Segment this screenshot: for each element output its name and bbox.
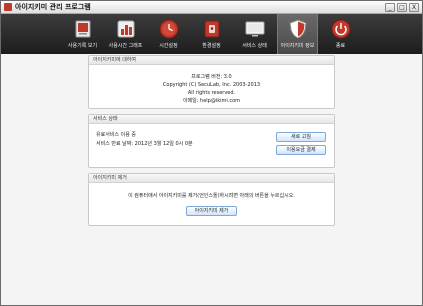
toolbar-item-preferences[interactable]: 환경설정 (191, 14, 232, 54)
refresh-button[interactable]: 새로 고침 (276, 132, 326, 142)
title-bar[interactable]: 아이지키미 관리 프로그램 _ □ X (1, 1, 422, 14)
display-icon (244, 18, 266, 40)
panel-title: 아이지키미에 대하여 (89, 56, 334, 65)
toolbar-label: 시간설정 (159, 43, 178, 49)
service-status-text: 유료서비스 이용 중 (96, 132, 136, 138)
remove-message: 이 컴퓨터에서 아이지키미를 제거(언인스톨)하시려면 아래의 버튼을 누르십시… (128, 193, 295, 199)
toolbar-label: 사용시간 그래프 (108, 43, 143, 49)
shield-icon (287, 18, 309, 40)
toolbar-label: 종료 (335, 43, 346, 49)
app-window: 아이지키미 관리 프로그램 _ □ X 사용기록 보기 사용시간 그래프 시간설… (0, 0, 423, 306)
copyright-text: Copyright (C) SecuLab, Inc. 2003-2013 (162, 82, 261, 88)
main-toolbar: 사용기록 보기 사용시간 그래프 시간설정 환경설정 서비스 상태 아이지키미 … (1, 14, 422, 54)
about-info: 프로그램 버전: 3.0 Copyright (C) SecuLab, Inc.… (89, 65, 334, 105)
minimize-button[interactable]: _ (385, 3, 395, 12)
panel-title: 서비스 상태 (89, 115, 334, 124)
toolbar-label: 아이지키미 정보 (280, 43, 315, 49)
main-content: 아이지키미에 대하여 프로그램 버전: 3.0 Copyright (C) Se… (1, 54, 422, 305)
panel-title: 아이지키미 제거 (89, 174, 334, 183)
monitor-icon (72, 18, 94, 40)
lock-icon (201, 18, 223, 40)
about-panel: 아이지키미에 대하여 프로그램 버전: 3.0 Copyright (C) Se… (88, 55, 335, 109)
clock-icon (158, 18, 180, 40)
toolbar-item-time-settings[interactable]: 시간설정 (148, 14, 189, 54)
toolbar-item-exit[interactable]: 종료 (320, 14, 361, 54)
toolbar-label: 서비스 상태 (242, 43, 267, 49)
service-info: 유료서비스 이용 중 서비스 만료 날짜: 2012년 3월 12일 0시 0분 (96, 131, 193, 149)
toolbar-item-usage-graph[interactable]: 사용시간 그래프 (105, 14, 146, 54)
window-title: 아이지키미 관리 프로그램 (15, 3, 91, 11)
toolbar-label: 환경설정 (202, 43, 221, 49)
remove-panel: 아이지키미 제거 이 컴퓨터에서 아이지키미를 제거(언인스톨)하시려면 아래의… (88, 173, 335, 226)
power-icon (330, 18, 352, 40)
rights-text: All rights reserved. (187, 90, 236, 96)
uninstall-button[interactable]: 아이지키미 제거 (186, 206, 237, 216)
toolbar-item-service-status[interactable]: 서비스 상태 (234, 14, 275, 54)
close-button[interactable]: X (409, 3, 419, 12)
bar-chart-icon (115, 18, 137, 40)
service-expiry-text: 서비스 만료 날짜: 2012년 3월 12일 0시 0분 (96, 141, 193, 147)
window-controls: _ □ X (385, 3, 419, 12)
pay-button[interactable]: 이용요금 결제 (276, 145, 326, 155)
app-icon (4, 3, 12, 11)
toolbar-item-about[interactable]: 아이지키미 정보 (277, 14, 318, 54)
maximize-button[interactable]: □ (397, 3, 407, 12)
service-status-panel: 서비스 상태 유료서비스 이용 중 서비스 만료 날짜: 2012년 3월 12… (88, 114, 335, 168)
toolbar-label: 사용기록 보기 (67, 43, 98, 49)
toolbar-item-usage-log[interactable]: 사용기록 보기 (62, 14, 103, 54)
email-text: 이메일: help@ikimi.com (182, 98, 241, 104)
version-text: 프로그램 버전: 3.0 (191, 74, 232, 80)
